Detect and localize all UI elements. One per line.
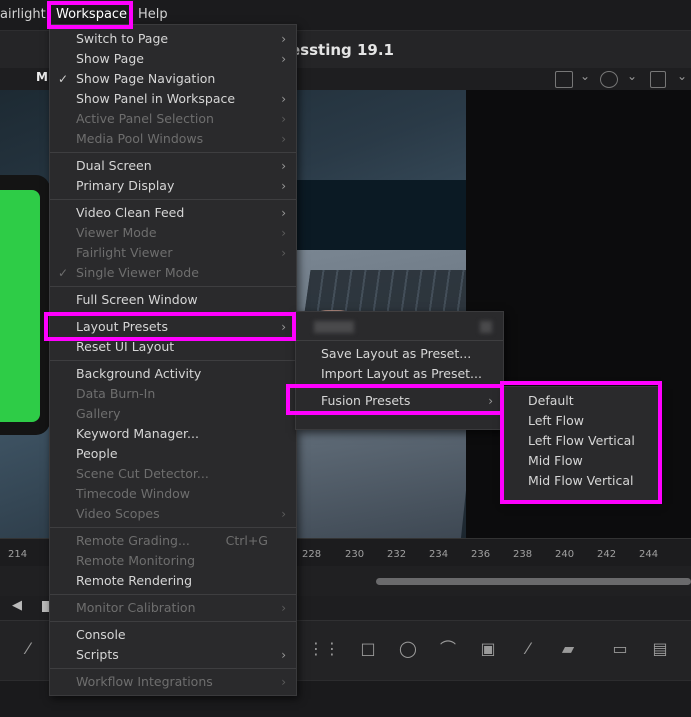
menu-item-viewer-mode: Viewer Mode ›: [50, 223, 296, 243]
ellipse-icon[interactable]: ◯: [398, 640, 418, 658]
viewers-icon[interactable]: ▤: [650, 640, 670, 658]
ruler-tick: 234: [429, 549, 449, 560]
menu-item-show-panel-in-workspace[interactable]: Show Panel in Workspace ›: [50, 89, 296, 109]
menu-item-workflow-integrations: Workflow Integrations ›: [50, 672, 296, 692]
chevron-down-icon[interactable]: ⌄: [580, 69, 590, 83]
menu-item-import-layout-as-preset[interactable]: Import Layout as Preset...: [321, 364, 482, 384]
phone-green-screen: [0, 190, 40, 422]
menu-item-fairlight-viewer: Fairlight Viewer ›: [50, 243, 296, 263]
grid-warp-icon[interactable]: ⋮⋮: [308, 640, 340, 658]
ruler-tick: 228: [302, 549, 322, 560]
chevron-right-icon: ›: [281, 206, 286, 220]
menu-item-console[interactable]: Console: [50, 625, 296, 645]
chevron-right-icon: ›: [281, 132, 286, 146]
menu-separator: [50, 286, 296, 287]
check-icon: ✓: [58, 72, 69, 86]
scrollbar-thumb[interactable]: [376, 578, 691, 585]
menu-item-monitor-calibration: Monitor Calibration ›: [50, 598, 296, 618]
menu-item-keyword-manager[interactable]: Keyword Manager...: [50, 424, 296, 444]
ruler-tick: 214: [8, 549, 28, 560]
menu-item-primary-display[interactable]: Primary Display ›: [50, 176, 296, 196]
menu-item-timecode-window: Timecode Window: [76, 486, 190, 501]
menu-item-scene-cut-detector: Scene Cut Detector...: [76, 466, 209, 481]
chevron-right-icon: ›: [281, 601, 286, 615]
menu-item-save-layout-as-preset[interactable]: Save Layout as Preset...: [321, 344, 471, 364]
chevron-right-icon: ›: [281, 92, 286, 106]
menu-item-data-burn-in: Data Burn-In: [76, 386, 156, 401]
menu-item-scripts[interactable]: Scripts ›: [50, 645, 296, 665]
blurred-preset-name: [314, 321, 354, 333]
menu-item-video-clean-feed[interactable]: Video Clean Feed ›: [50, 203, 296, 223]
chevron-down-icon[interactable]: ⌄: [677, 69, 687, 83]
workspace-menu: Switch to Page › Show Page › ✓ Show Page Na…: [49, 24, 297, 696]
ruler-tick: 230: [345, 549, 365, 560]
menu-separator: [50, 621, 296, 622]
chevron-right-icon: ›: [281, 226, 286, 240]
check-icon: ✓: [58, 266, 69, 280]
monitor-icon[interactable]: ▭: [610, 640, 630, 658]
ruler-tick: 236: [471, 549, 491, 560]
shortcut-label: Ctrl+G: [225, 533, 268, 548]
menu-item-dual-screen[interactable]: Dual Screen ›: [50, 156, 296, 176]
menu-item-remote-rendering[interactable]: Remote Rendering: [50, 571, 296, 591]
ruler-tick: 242: [597, 549, 617, 560]
paint-icon[interactable]: ▰: [558, 640, 578, 658]
chevron-down-icon[interactable]: ⌄: [627, 69, 637, 83]
chevron-right-icon: ›: [281, 675, 286, 689]
menu-item-single-viewer-mode: ✓ Single Viewer Mode: [50, 263, 296, 283]
highlight-layout-presets: [44, 312, 296, 341]
chevron-right-icon: ›: [281, 32, 286, 46]
menu-item-media-pool-windows: Media Pool Windows ›: [50, 129, 296, 149]
chevron-right-icon: ›: [281, 179, 286, 193]
blurred-preset-name: [480, 321, 492, 333]
menu-separator: [50, 668, 296, 669]
menu-item-background-activity[interactable]: Background Activity: [50, 364, 296, 384]
menu-separator: [50, 594, 296, 595]
menu-item-gallery: Gallery: [76, 406, 121, 421]
viewer-size-icon[interactable]: [555, 71, 573, 88]
menu-separator: [50, 360, 296, 361]
chevron-right-icon: ›: [281, 507, 286, 521]
menu-separator: [50, 152, 296, 153]
menu-item-full-screen-window[interactable]: Full Screen Window: [50, 290, 296, 310]
ruler-tick: 240: [555, 549, 575, 560]
bezier-icon[interactable]: ⌒: [438, 640, 458, 658]
menu-separator: [50, 199, 296, 200]
chevron-right-icon: ›: [281, 112, 286, 126]
color-circles-icon[interactable]: [600, 71, 618, 88]
laptop-screen-image: [286, 180, 466, 250]
menu-item-remote-grading: Remote Grading... Ctrl+G: [50, 531, 296, 551]
highlight-fusion-presets: [286, 384, 504, 415]
ruler-tick: 238: [513, 549, 533, 560]
ruler-tick: 244: [639, 549, 659, 560]
menu-separator: [50, 527, 296, 528]
menu-fairlight[interactable]: airlight: [0, 0, 46, 30]
chevron-right-icon: ›: [281, 648, 286, 662]
ruler-tick: 232: [387, 549, 407, 560]
chevron-right-icon: ›: [281, 159, 286, 173]
magic-wand-icon[interactable]: ⁄: [18, 640, 38, 658]
viewer-mode-label: M: [36, 70, 48, 84]
chevron-right-icon: ›: [281, 52, 286, 66]
brush-icon[interactable]: ⁄: [518, 640, 538, 658]
menu-item-remote-monitoring: Remote Monitoring: [76, 553, 196, 568]
menu-item-people[interactable]: People: [50, 444, 296, 464]
highlight-workspace-menu: [47, 1, 133, 29]
menu-separator: [296, 340, 503, 341]
menu-item-video-scopes: Video Scopes ›: [50, 504, 296, 524]
play-reverse-icon[interactable]: ◀: [12, 598, 22, 613]
rectangle-icon[interactable]: □: [358, 640, 378, 658]
menu-item-show-page-navigation[interactable]: ✓ Show Page Navigation: [50, 69, 296, 89]
menu-item-show-page[interactable]: Show Page ›: [50, 49, 296, 69]
highlight-fusion-preset-list: [500, 381, 662, 504]
project-title: essting 19.1: [290, 41, 394, 59]
menu-item-active-panel-selection: Active Panel Selection ›: [50, 109, 296, 129]
chevron-right-icon: ›: [281, 246, 286, 260]
grid-icon[interactable]: [650, 71, 666, 88]
image-icon[interactable]: ▣: [478, 640, 498, 658]
menu-item-switch-to-page[interactable]: Switch to Page ›: [50, 29, 296, 49]
